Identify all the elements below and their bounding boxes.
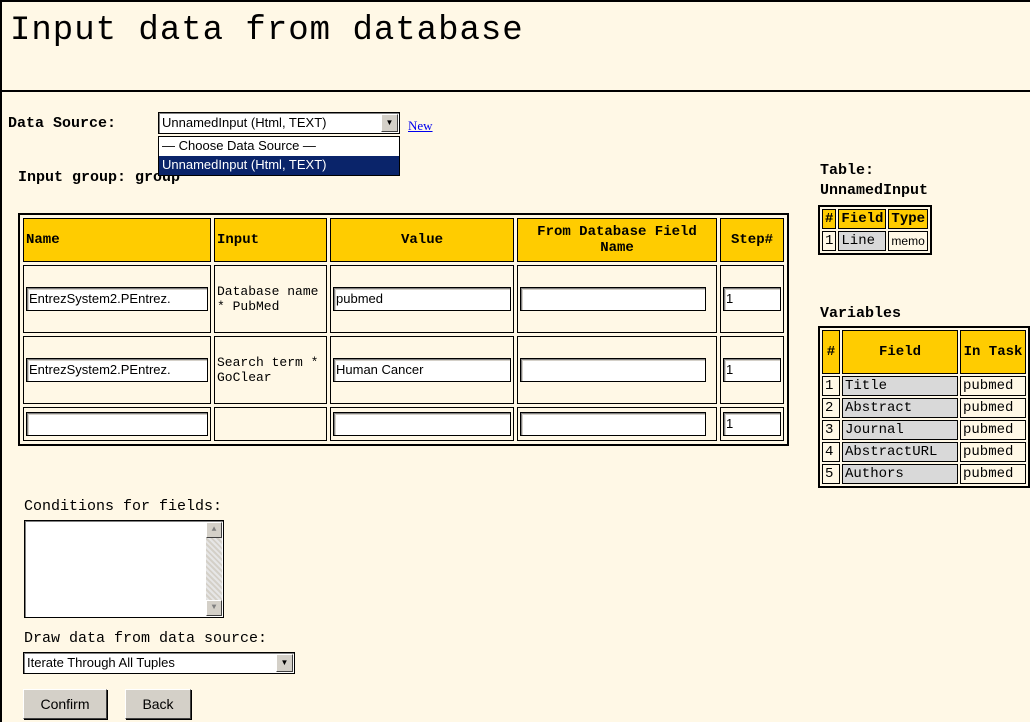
variable-field: Authors xyxy=(842,464,958,484)
input-group-label: Input group: group xyxy=(18,169,180,186)
scroll-down-icon[interactable]: ▼ xyxy=(206,600,222,616)
input-description: Search term * GoClear xyxy=(214,336,327,404)
variable-task: pubmed xyxy=(960,398,1026,418)
table-header-row: Name Input Value From Database Field Nam… xyxy=(23,218,784,262)
chevron-down-icon[interactable]: ▼ xyxy=(381,114,398,132)
value-input[interactable]: pubmed xyxy=(333,287,511,311)
variable-task: pubmed xyxy=(960,420,1026,440)
table-row: 5 Authors pubmed xyxy=(822,464,1026,484)
title-divider xyxy=(2,90,1030,92)
variables-header-num: # xyxy=(822,330,840,374)
table-fields-header-num: # xyxy=(822,209,837,229)
column-header-step: Step# xyxy=(720,218,784,262)
table-fields-table: # Field Type 1 Line memo xyxy=(818,205,933,255)
row-number: 4 xyxy=(822,442,840,462)
value-input[interactable]: Human Cancer xyxy=(333,358,511,382)
confirm-button[interactable]: Confirm xyxy=(23,689,107,719)
field-name: Line xyxy=(838,231,887,251)
table-row: EntrezSystem2.PEntrez. Search term * GoC… xyxy=(23,336,784,404)
variable-field: Abstract xyxy=(842,398,958,418)
new-data-source-link[interactable]: New xyxy=(408,118,433,134)
table-panel-label: Table: xyxy=(820,162,875,179)
table-fields-header-field: Field xyxy=(838,209,887,229)
input-description: Database name * PubMed xyxy=(214,265,327,333)
data-source-dropdown[interactable]: — Choose Data Source — UnnamedInput (Htm… xyxy=(158,136,400,176)
variable-task: pubmed xyxy=(960,442,1026,462)
dropdown-option-selected[interactable]: UnnamedInput (Html, TEXT) xyxy=(159,156,399,175)
data-source-label: Data Source: xyxy=(8,115,117,132)
table-panel-name: UnnamedInput xyxy=(820,182,929,199)
db-field-input[interactable] xyxy=(520,412,706,436)
input-group-label-text: Input group: xyxy=(18,169,127,186)
field-type: memo xyxy=(888,231,929,251)
step-input[interactable]: 1 xyxy=(723,358,781,382)
column-header-db-field: From Database Field Name xyxy=(517,218,717,262)
data-source-selected: UnnamedInput (Html, TEXT) xyxy=(162,115,327,130)
table-row: 2 Abstract pubmed xyxy=(822,398,1026,418)
column-header-value: Value xyxy=(330,218,514,262)
db-field-input[interactable] xyxy=(520,287,706,311)
table-row: EntrezSystem2.PEntrez. Database name * P… xyxy=(23,265,784,333)
page-title: Input data from database xyxy=(10,12,524,50)
table-fields-header-type: Type xyxy=(888,209,929,229)
variables-table: # Field In Task 1 Title pubmed 2 Abstrac… xyxy=(818,326,1030,488)
row-number: 3 xyxy=(822,420,840,440)
row-number: 1 xyxy=(822,376,840,396)
variable-task: pubmed xyxy=(960,464,1026,484)
variable-field: Title xyxy=(842,376,958,396)
variables-label: Variables xyxy=(820,305,902,322)
variables-header-field: Field xyxy=(842,330,958,374)
draw-data-label: Draw data from data source: xyxy=(24,630,268,647)
column-header-name: Name xyxy=(23,218,211,262)
dropdown-option[interactable]: — Choose Data Source — xyxy=(159,137,399,156)
row-number: 5 xyxy=(822,464,840,484)
name-input[interactable] xyxy=(26,412,208,436)
conditions-textarea[interactable]: ▲ ▼ xyxy=(24,520,224,618)
input-mapping-table: Name Input Value From Database Field Nam… xyxy=(18,213,789,446)
name-input[interactable]: EntrezSystem2.PEntrez. xyxy=(26,358,208,382)
db-field-input[interactable] xyxy=(520,358,706,382)
table-row: 3 Journal pubmed xyxy=(822,420,1026,440)
draw-data-select[interactable]: Iterate Through All Tuples ▼ xyxy=(23,652,295,674)
variable-task: pubmed xyxy=(960,376,1026,396)
variable-field: AbstractURL xyxy=(842,442,958,462)
variable-field: Journal xyxy=(842,420,958,440)
table-row: 1 xyxy=(23,407,784,441)
column-header-input: Input xyxy=(214,218,327,262)
conditions-label: Conditions for fields: xyxy=(24,498,223,515)
page: Input data from database Data Source: Un… xyxy=(0,0,1030,722)
scroll-up-icon[interactable]: ▲ xyxy=(206,522,222,538)
table-row: 1 Title pubmed xyxy=(822,376,1026,396)
input-description xyxy=(214,407,327,441)
variables-header-task: In Task xyxy=(960,330,1026,374)
value-input[interactable] xyxy=(333,412,511,436)
row-number: 2 xyxy=(822,398,840,418)
data-source-select[interactable]: UnnamedInput (Html, TEXT) ▼ xyxy=(158,112,400,134)
back-button[interactable]: Back xyxy=(125,689,191,719)
conditions-scrollbar[interactable]: ▲ ▼ xyxy=(206,522,222,616)
step-input[interactable]: 1 xyxy=(723,287,781,311)
step-input[interactable]: 1 xyxy=(723,412,781,436)
name-input[interactable]: EntrezSystem2.PEntrez. xyxy=(26,287,208,311)
table-row: 1 Line memo xyxy=(822,231,929,251)
row-number: 1 xyxy=(822,231,837,251)
draw-data-selected: Iterate Through All Tuples xyxy=(27,655,175,670)
table-row: 4 AbstractURL pubmed xyxy=(822,442,1026,462)
chevron-down-icon[interactable]: ▼ xyxy=(276,654,293,672)
